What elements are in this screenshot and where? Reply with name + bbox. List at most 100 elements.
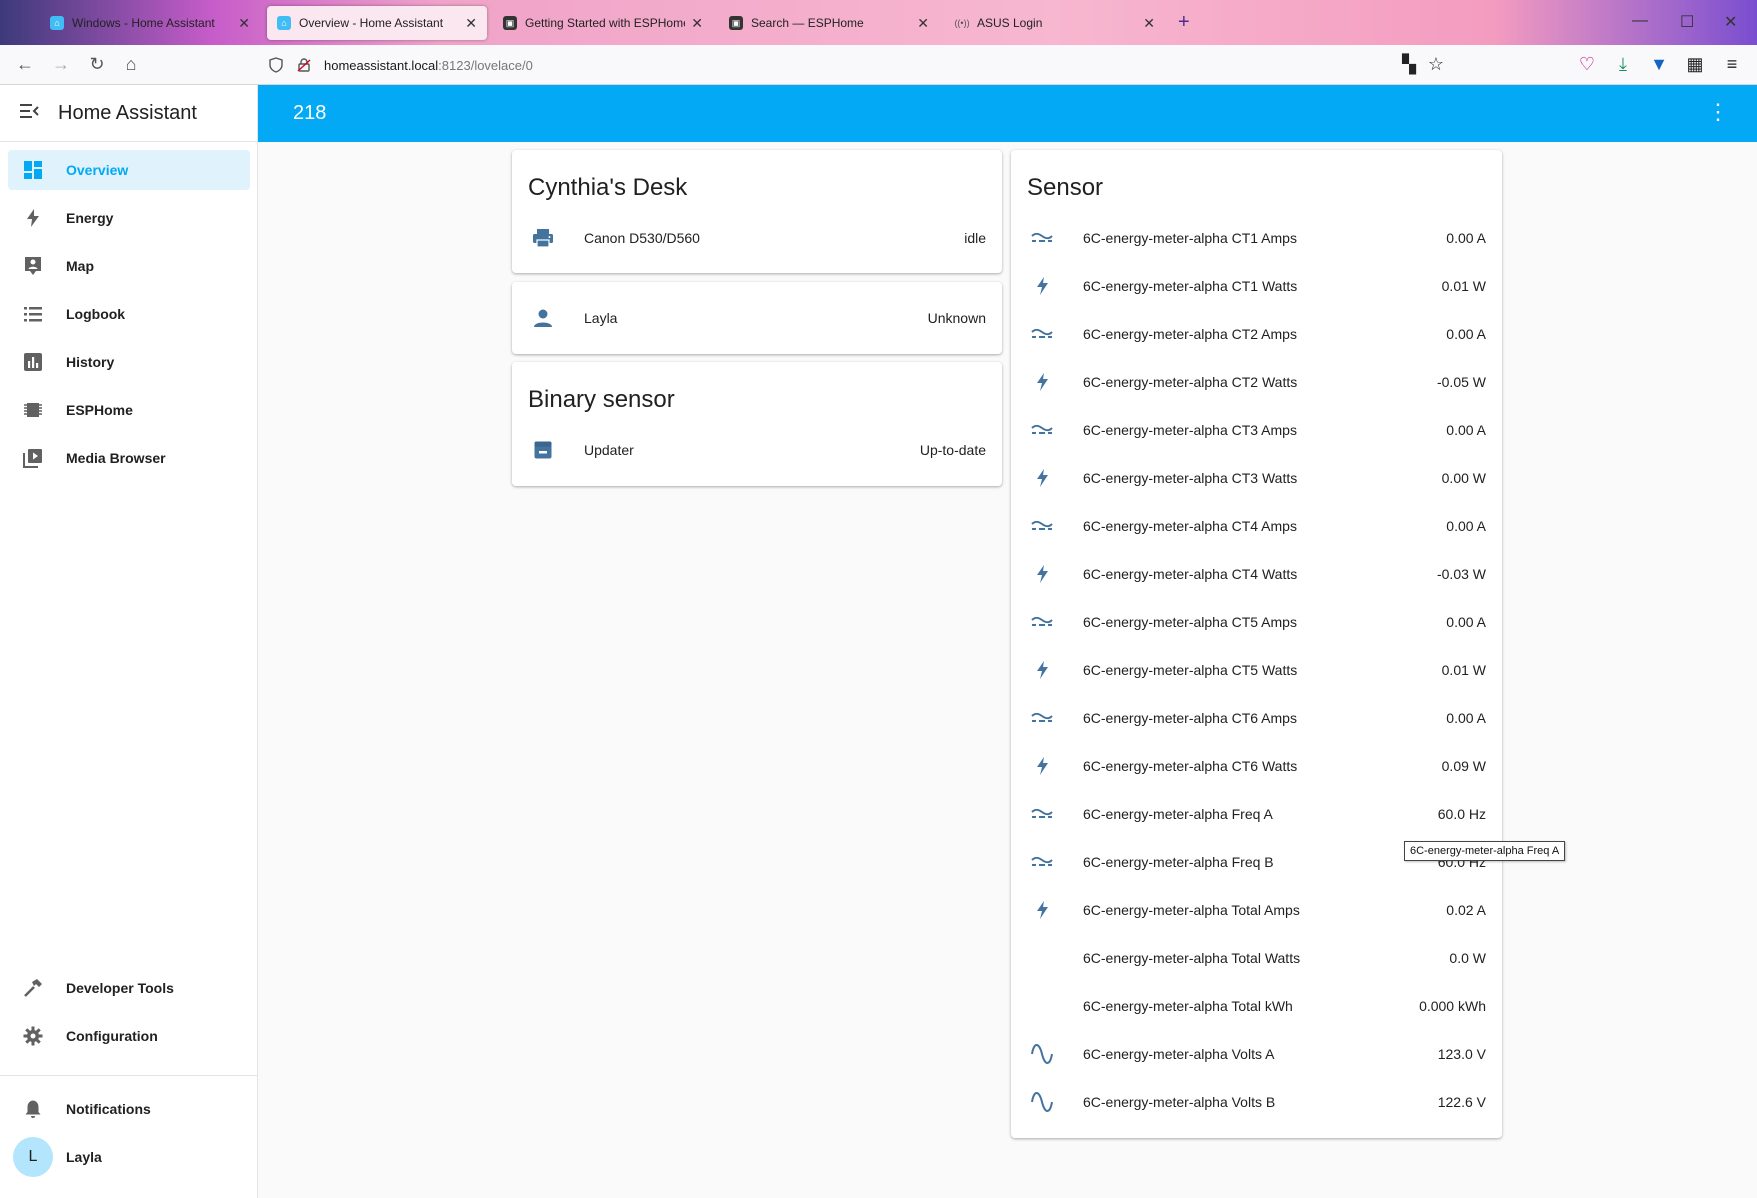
sensor-row[interactable]: 6C-energy-meter-alpha CT6 Amps 0.00 A bbox=[1011, 698, 1502, 738]
account-icon bbox=[512, 308, 584, 328]
browser-tab-bar: ⌂ Windows - Home Assistant ✕ ⌂ Overview … bbox=[0, 0, 1757, 45]
sensor-row[interactable]: 6C-energy-meter-alpha CT3 Watts 0.00 W bbox=[1011, 458, 1502, 498]
sidebar-item-developer-tools[interactable]: Developer Tools bbox=[8, 968, 250, 1008]
avatar: L bbox=[13, 1137, 53, 1177]
new-tab-icon[interactable]: + bbox=[1178, 11, 1190, 34]
extensions-grid-icon[interactable]: ▦ bbox=[1684, 54, 1706, 75]
close-tab-icon[interactable]: ✕ bbox=[1143, 15, 1155, 32]
sensor-row[interactable]: 6C-energy-meter-alpha CT4 Watts -0.03 W bbox=[1011, 554, 1502, 594]
sidebar-item-history[interactable]: History bbox=[8, 342, 250, 382]
card-sensor: Sensor 6C-energy-meter-alpha CT1 Amps 0.0… bbox=[1011, 150, 1502, 1138]
url-bar[interactable]: homeassistant.local:8123/lovelace/0 bbox=[268, 51, 1458, 79]
sensor-row[interactable]: 6C-energy-meter-alpha CT3 Amps 0.00 A bbox=[1011, 410, 1502, 450]
flash-icon bbox=[1011, 276, 1083, 296]
printer-icon bbox=[512, 228, 584, 248]
sensor-row[interactable]: 6C-energy-meter-alpha CT5 Amps 0.00 A bbox=[1011, 602, 1502, 642]
close-tab-icon[interactable]: ✕ bbox=[691, 15, 703, 32]
card-title: Cynthia's Desk bbox=[528, 174, 688, 201]
flash-icon bbox=[1011, 900, 1083, 920]
sidebar-item-overview[interactable]: Overview bbox=[8, 150, 250, 190]
sidebar-item-esphome[interactable]: ESPHome bbox=[8, 390, 250, 430]
more-vert-icon[interactable]: ⋮ bbox=[1707, 99, 1729, 125]
back-icon[interactable]: ← bbox=[14, 54, 36, 75]
sensor-name: 6C-energy-meter-alpha CT3 Watts bbox=[1083, 470, 1298, 486]
sensor-row[interactable]: 6C-energy-meter-alpha Total Watts 0.0 W bbox=[1011, 938, 1502, 978]
sensor-state: 0.00 A bbox=[1446, 230, 1486, 246]
entity-row[interactable]: Canon D530/D560 idle bbox=[512, 218, 1002, 258]
sensor-name: 6C-energy-meter-alpha CT3 Amps bbox=[1083, 422, 1297, 438]
sidebar-item-notifications[interactable]: Notifications bbox=[8, 1089, 250, 1129]
browser-tab[interactable]: ▣ Getting Started with ESPHome a ✕ bbox=[493, 6, 713, 40]
sidebar-item-media-browser[interactable]: Media Browser bbox=[8, 438, 250, 478]
close-tab-icon[interactable]: ✕ bbox=[238, 15, 250, 32]
sensor-state: 60.0 Hz bbox=[1437, 806, 1486, 822]
current-ac-icon bbox=[1011, 856, 1083, 868]
sine-wave-icon bbox=[1011, 1092, 1083, 1112]
sensor-row[interactable]: 6C-energy-meter-alpha CT1 Amps 0.00 A bbox=[1011, 218, 1502, 258]
browser-tab[interactable]: ⌂ Windows - Home Assistant ✕ bbox=[40, 6, 260, 40]
flash-icon bbox=[1011, 468, 1083, 488]
extension-icon[interactable]: ▼ bbox=[1648, 54, 1670, 75]
sensor-row[interactable]: 6C-energy-meter-alpha Total Amps 0.02 A bbox=[1011, 890, 1502, 930]
sidebar-item-logbook[interactable]: Logbook bbox=[8, 294, 250, 334]
close-tab-icon[interactable]: ✕ bbox=[465, 15, 477, 32]
download-icon[interactable]: ⤓ bbox=[1612, 54, 1634, 75]
current-ac-icon bbox=[1011, 808, 1083, 820]
app-menu-icon[interactable]: ≡ bbox=[1721, 54, 1743, 75]
sidebar-item-configuration[interactable]: Configuration bbox=[8, 1016, 250, 1056]
browser-tab[interactable]: ▣ Search — ESPHome ✕ bbox=[719, 6, 939, 40]
sensor-state: 0.02 A bbox=[1446, 902, 1486, 918]
sensor-row[interactable]: 6C-energy-meter-alpha CT6 Watts 0.09 W bbox=[1011, 746, 1502, 786]
sensor-name: 6C-energy-meter-alpha Total Watts bbox=[1083, 950, 1301, 966]
sidebar-header: Home Assistant bbox=[0, 85, 257, 142]
close-tab-icon[interactable]: ✕ bbox=[917, 15, 929, 32]
sidebar-item-energy[interactable]: Energy bbox=[8, 198, 250, 238]
sensor-state: 0.00 A bbox=[1446, 518, 1486, 534]
bookmark-star-icon[interactable]: ☆ bbox=[1425, 54, 1447, 75]
view-tab-title[interactable]: 218 bbox=[293, 102, 326, 125]
url-path: :8123/lovelace/0 bbox=[438, 57, 533, 73]
hammer-icon bbox=[8, 978, 58, 998]
sensor-name: 6C-energy-meter-alpha CT2 Watts bbox=[1083, 374, 1298, 390]
sensor-row[interactable]: 6C-energy-meter-alpha Total kWh 0.000 kWh bbox=[1011, 986, 1502, 1026]
home-icon[interactable]: ⌂ bbox=[120, 54, 142, 75]
insecure-lock-icon[interactable] bbox=[296, 57, 312, 73]
current-ac-icon bbox=[1011, 424, 1083, 436]
sensor-row[interactable]: 6C-energy-meter-alpha Volts A 123.0 V bbox=[1011, 1034, 1502, 1074]
sensor-row[interactable]: 6C-energy-meter-alpha Freq A 60.0 Hz bbox=[1011, 794, 1502, 834]
qr-code-icon[interactable]: ▚ bbox=[1398, 54, 1420, 75]
card-title: Sensor bbox=[1027, 174, 1104, 201]
flash-icon bbox=[1011, 564, 1083, 584]
sensor-state: 0.00 A bbox=[1446, 710, 1486, 726]
reload-icon[interactable]: ↻ bbox=[86, 54, 108, 75]
sidebar: Home Assistant Overview Energy Map Logbo… bbox=[0, 85, 258, 1198]
menu-toggle-icon[interactable] bbox=[0, 102, 58, 125]
tooltip: 6C-energy-meter-alpha Freq A bbox=[1404, 841, 1566, 861]
forward-icon[interactable]: → bbox=[50, 54, 72, 75]
sensor-row[interactable]: 6C-energy-meter-alpha CT5 Watts 0.01 W bbox=[1011, 650, 1502, 690]
entity-row[interactable]: Updater Up-to-date bbox=[512, 430, 1002, 470]
sensor-row[interactable]: 6C-energy-meter-alpha CT1 Watts 0.01 W bbox=[1011, 266, 1502, 306]
pocket-icon[interactable]: ♡ bbox=[1576, 54, 1598, 75]
sidebar-item-map[interactable]: Map bbox=[8, 246, 250, 286]
browser-tab[interactable]: ((•)) ASUS Login ✕ bbox=[945, 6, 1165, 40]
maximize-icon[interactable]: ☐ bbox=[1680, 12, 1694, 32]
sidebar-item-profile[interactable]: L Layla bbox=[8, 1137, 250, 1177]
minimize-icon[interactable]: — bbox=[1632, 12, 1648, 30]
sensor-row[interactable]: 6C-energy-meter-alpha CT2 Amps 0.00 A bbox=[1011, 314, 1502, 354]
browser-nav-bar: ← → ↻ ⌂ homeassistant.local:8123/lovelac… bbox=[0, 45, 1757, 85]
chart-box-icon bbox=[8, 352, 58, 372]
sensor-name: 6C-energy-meter-alpha CT6 Watts bbox=[1083, 758, 1298, 774]
entity-row[interactable]: Layla Unknown bbox=[512, 298, 1002, 338]
shield-icon[interactable] bbox=[268, 57, 284, 73]
sensor-name: 6C-energy-meter-alpha CT6 Amps bbox=[1083, 710, 1297, 726]
url-host: homeassistant.local bbox=[324, 57, 439, 73]
sensor-name: 6C-energy-meter-alpha Volts B bbox=[1083, 1094, 1276, 1110]
browser-tab-active[interactable]: ⌂ Overview - Home Assistant ✕ bbox=[267, 6, 487, 40]
sensor-state: 0.00 A bbox=[1446, 614, 1486, 630]
sidebar-title: Home Assistant bbox=[58, 101, 197, 124]
sensor-row[interactable]: 6C-energy-meter-alpha CT4 Amps 0.00 A bbox=[1011, 506, 1502, 546]
sensor-row[interactable]: 6C-energy-meter-alpha Volts B 122.6 V bbox=[1011, 1082, 1502, 1122]
close-window-icon[interactable]: ✕ bbox=[1724, 12, 1737, 32]
sensor-row[interactable]: 6C-energy-meter-alpha CT2 Watts -0.05 W bbox=[1011, 362, 1502, 402]
